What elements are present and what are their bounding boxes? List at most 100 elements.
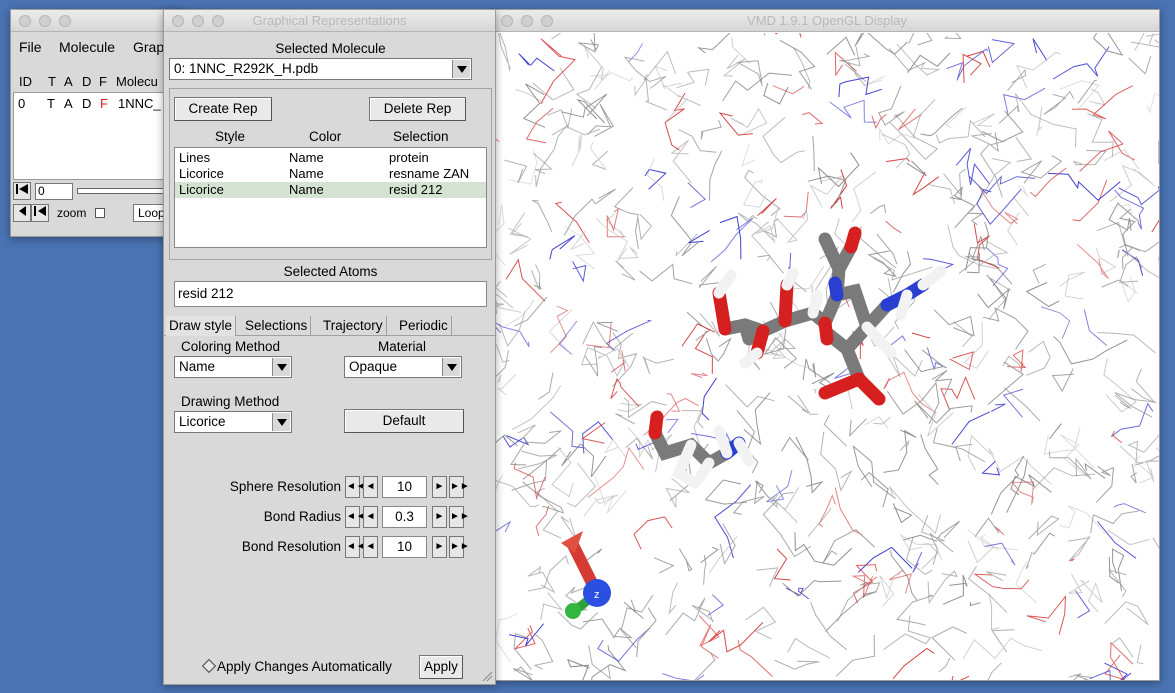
protein-line — [742, 179, 767, 208]
create-rep-button[interactable]: Create Rep — [174, 97, 272, 121]
drawing-method-select[interactable]: Licorice — [174, 411, 292, 433]
rep-selection: protein — [389, 150, 429, 165]
protein-line — [560, 515, 577, 540]
protein-line — [876, 233, 898, 265]
protein-line — [642, 355, 674, 375]
tab-draw-style[interactable]: Draw style — [166, 316, 237, 336]
menu-graphics[interactable]: Grap — [133, 39, 164, 55]
reps-list[interactable]: Lines Name protein Licorice Name resname… — [174, 147, 487, 248]
protein-line — [1134, 455, 1159, 466]
jump-start-button[interactable] — [13, 182, 31, 200]
zoom-window-icon[interactable] — [59, 15, 71, 27]
menu-file[interactable]: File — [19, 39, 42, 55]
rep-row[interactable]: Licorice Name resname ZAN — [175, 166, 486, 182]
decrement-fast-button[interactable]: ◄◄ — [345, 506, 366, 528]
sphere-resolution-input[interactable]: 10 — [382, 476, 427, 498]
frame-input[interactable]: 0 — [35, 183, 73, 200]
protein-line — [829, 99, 877, 123]
protein-line — [949, 186, 976, 229]
default-button[interactable]: Default — [344, 409, 464, 433]
material-select[interactable]: Opaque — [344, 356, 462, 378]
increment-fast-button[interactable]: ►► — [449, 506, 470, 528]
minimize-window-icon[interactable] — [39, 15, 51, 27]
protein-line — [563, 188, 616, 236]
protein-line — [665, 597, 706, 636]
selected-molecule-select[interactable]: 0: 1NNC_R292K_H.pdb — [169, 58, 472, 80]
rep-color: Name — [289, 150, 324, 165]
decrement-fast-button[interactable]: ◄◄ — [345, 536, 366, 558]
apply-auto-toggle[interactable] — [201, 658, 217, 674]
protein-line — [1136, 644, 1144, 665]
protein-line — [818, 494, 836, 528]
protein-line — [917, 393, 954, 437]
protein-line — [962, 53, 982, 84]
protein-line — [813, 388, 817, 394]
zoom-label: zoom — [57, 206, 87, 220]
decrement-fast-button[interactable]: ◄◄ — [345, 476, 366, 498]
protein-line — [967, 566, 1008, 614]
tab-selections[interactable]: Selections — [242, 316, 312, 336]
increment-fast-button[interactable]: ►► — [449, 536, 470, 558]
increment-fast-button[interactable]: ►► — [449, 476, 470, 498]
increment-button[interactable]: ► — [432, 476, 447, 498]
rep-row[interactable]: Lines Name protein — [175, 150, 486, 166]
protein-line — [888, 486, 941, 535]
rep-row-selected[interactable]: Licorice Name resid 212 — [175, 182, 486, 198]
mol-fixed-flag[interactable]: F — [100, 96, 108, 111]
protein-line — [1043, 427, 1081, 455]
protein-line — [985, 571, 1007, 582]
protein-line — [1158, 139, 1159, 164]
protein-line — [963, 321, 990, 369]
bond-resolution-label: Bond Resolution — [241, 539, 341, 554]
protein-line — [1026, 340, 1051, 376]
protein-line — [522, 481, 565, 514]
protein-line — [974, 517, 1000, 537]
resize-grip-icon[interactable] — [481, 670, 493, 682]
selected-atoms-input[interactable]: resid 212 — [174, 281, 487, 307]
protein-line — [508, 149, 538, 185]
mol-active-flag[interactable]: A — [64, 96, 73, 111]
delete-rep-button[interactable]: Delete Rep — [369, 97, 466, 121]
decrement-button[interactable]: ◄ — [363, 476, 378, 498]
protein-line — [1089, 88, 1106, 106]
apply-button[interactable]: Apply — [419, 655, 463, 679]
tab-periodic[interactable]: Periodic — [396, 316, 452, 336]
axis-z-label: z — [594, 589, 600, 601]
molecule-list[interactable]: 0 T A D F 1NNC_ — [13, 92, 184, 180]
bond-radius-input[interactable]: 0.3 — [382, 506, 427, 528]
zoom-checkbox[interactable] — [95, 208, 105, 218]
increment-button[interactable]: ► — [432, 536, 447, 558]
mol-drawn-flag[interactable]: D — [82, 96, 91, 111]
coloring-method-select[interactable]: Name — [174, 356, 292, 378]
decrement-button[interactable]: ◄ — [363, 506, 378, 528]
protein-line — [551, 446, 574, 498]
protein-line — [736, 60, 763, 87]
protein-line — [1108, 569, 1127, 598]
tab-trajectory[interactable]: Trajectory — [320, 316, 387, 336]
protein-line — [872, 257, 933, 281]
sphere-resolution-stepper: ◄◄ ◄ 10 ► ►► — [345, 476, 470, 498]
decrement-button[interactable]: ◄ — [363, 536, 378, 558]
menu-molecule[interactable]: Molecule — [59, 39, 115, 55]
play-back-button[interactable] — [31, 204, 49, 222]
protein-line — [696, 33, 731, 54]
mol-top-flag[interactable]: T — [47, 96, 55, 111]
apply-auto-label: Apply Changes Automatically — [217, 659, 392, 674]
bond-resolution-input[interactable]: 10 — [382, 536, 427, 558]
step-back-button[interactable] — [13, 204, 31, 222]
molecule-viewport[interactable]: z — [495, 33, 1160, 681]
mol-name[interactable]: 1NNC_ — [118, 96, 161, 111]
increment-button[interactable]: ► — [432, 506, 447, 528]
rep-style: Lines — [179, 150, 211, 165]
protein-line — [849, 418, 867, 438]
protein-line — [708, 622, 764, 653]
protein-line — [722, 54, 746, 77]
protein-line — [686, 311, 711, 341]
protein-line — [514, 296, 548, 327]
close-window-icon[interactable] — [19, 15, 31, 27]
protein-line — [505, 299, 535, 327]
protein-line — [951, 675, 970, 680]
protein-line — [1130, 368, 1155, 403]
protein-line — [885, 220, 902, 234]
protein-line — [495, 297, 522, 313]
